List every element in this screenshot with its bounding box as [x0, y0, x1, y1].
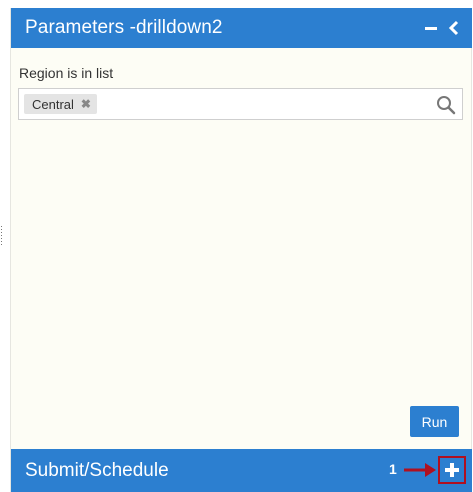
panel-title: Parameters -drilldown2 [25, 17, 223, 38]
panel-header: Parameters -drilldown2 [11, 8, 472, 48]
resize-grip[interactable] [0, 225, 3, 245]
submit-schedule-bar[interactable]: Submit/Schedule 1 [11, 449, 472, 492]
minus-icon [425, 27, 437, 30]
close-icon[interactable]: ✖ [81, 97, 91, 111]
submit-schedule-title: Submit/Schedule [25, 460, 169, 481]
collapse-panel-button[interactable] [443, 16, 465, 40]
run-button[interactable]: Run [410, 406, 459, 437]
parameters-panel: Parameters -drilldown2 Region is in list… [10, 8, 472, 492]
chevron-left-icon [448, 20, 459, 36]
search-icon [437, 96, 456, 115]
chip-label: Central [32, 96, 74, 112]
plus-icon [445, 463, 459, 477]
page: Parameters -drilldown2 Region is in list… [0, 0, 473, 492]
annotation-number: 1 [389, 461, 397, 477]
region-multiselect[interactable]: Central ✖ [18, 88, 463, 120]
minimize-button[interactable] [420, 16, 442, 40]
selected-chip: Central ✖ [24, 94, 97, 114]
add-button[interactable] [438, 456, 466, 484]
search-button[interactable] [436, 95, 456, 115]
parameter-label: Region is in list [19, 65, 114, 81]
annotation-arrow-icon [404, 463, 436, 477]
